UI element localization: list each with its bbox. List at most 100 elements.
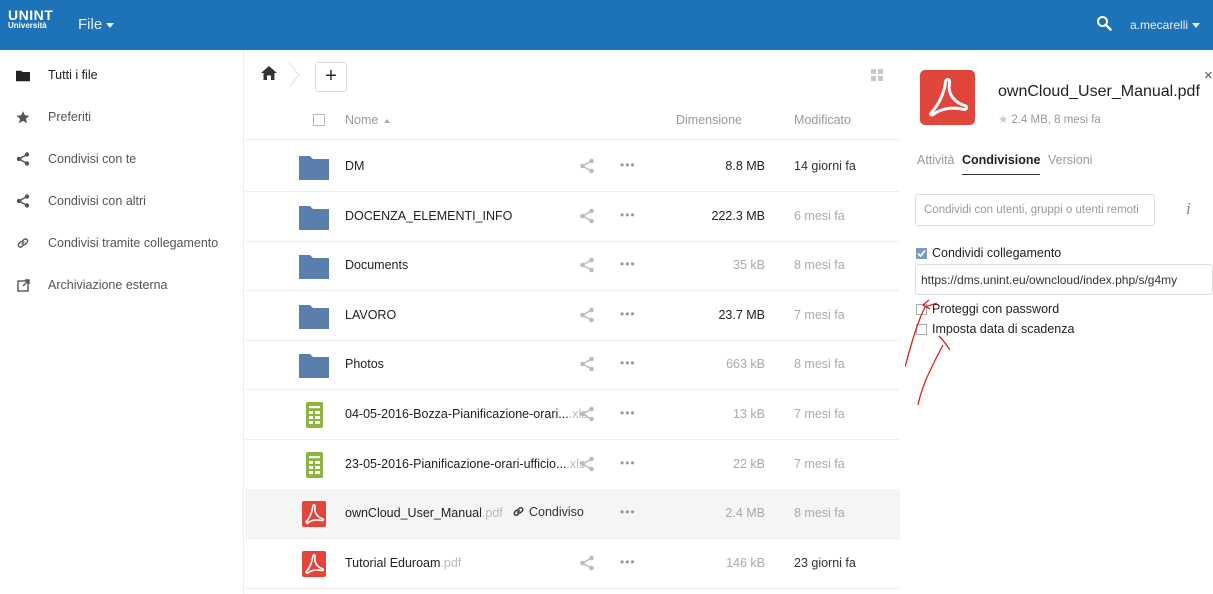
more-actions-icon[interactable]: •••	[620, 208, 636, 222]
more-actions-icon[interactable]: •••	[620, 356, 636, 370]
spreadsheet-icon[interactable]	[299, 451, 329, 478]
close-icon[interactable]: ×	[1204, 67, 1213, 84]
sidebar-item-label: Condivisi tramite collegamento	[48, 236, 219, 250]
file-row[interactable]: DOCENZA_ELEMENTI_INFO ••• 222.3 MB 6 mesi f…	[245, 192, 900, 242]
logo[interactable]: UNINT Università	[8, 8, 53, 30]
file-basename: Tutorial Eduroam	[345, 555, 441, 570]
pdf-icon[interactable]	[299, 550, 329, 577]
tab-versions[interactable]: Versioni	[1048, 153, 1092, 174]
file-size: 663 kB	[726, 357, 765, 372]
share-link-field[interactable]	[915, 264, 1213, 295]
pdf-file-icon	[920, 70, 975, 125]
sidebar-item-favorites[interactable]: Preferiti	[0, 96, 244, 138]
file-size: 146 kB	[726, 555, 765, 570]
grid-view-icon[interactable]	[871, 69, 883, 81]
share-icon	[16, 194, 30, 208]
more-actions-icon[interactable]: •••	[620, 456, 636, 470]
password-protect-toggle[interactable]: Proteggi con password	[916, 302, 1059, 316]
sidebar-item-external-storage[interactable]: Archiviazione esterna	[0, 264, 244, 306]
user-menu-button[interactable]: a.mecarelli	[1130, 18, 1201, 32]
info-icon[interactable]: i	[1186, 199, 1191, 219]
search-icon[interactable]	[1096, 15, 1112, 31]
folder-icon[interactable]	[299, 204, 329, 230]
pdf-icon[interactable]	[299, 501, 329, 528]
details-file-meta: ★ 2.4 MB, 8 mesi fa	[998, 112, 1101, 126]
tab-activity[interactable]: Attività	[917, 153, 955, 174]
sidebar-item-shared-with-others[interactable]: Condivisi con altri	[0, 180, 244, 222]
sort-by-size[interactable]: Dimensione	[676, 113, 742, 127]
tab-sharing[interactable]: Condivisione	[962, 153, 1041, 175]
file-extension: .pdf	[481, 506, 503, 521]
share-with-input[interactable]	[915, 194, 1155, 226]
link-icon	[16, 236, 30, 250]
sidebar-item-label: Archiviazione esterna	[48, 278, 168, 292]
share-icon[interactable]	[579, 257, 595, 273]
new-file-button[interactable]: +	[315, 62, 347, 92]
file-row[interactable]: 23-05-2016-Pianificazione-orari-ufficio.…	[245, 440, 900, 490]
breadcrumb-separator-icon	[288, 62, 300, 88]
more-actions-icon[interactable]: •••	[620, 505, 636, 519]
file-modified: 8 mesi fa	[794, 357, 845, 372]
details-file-name: ownCloud_User_Manual.pdf	[998, 83, 1200, 100]
file-name[interactable]: ownCloud_User_Manual.pdf	[345, 506, 503, 520]
more-actions-icon[interactable]: •••	[620, 158, 636, 172]
expiry-date-toggle[interactable]: Imposta data di scadenza	[916, 322, 1074, 336]
logo-text: UNINT	[8, 7, 54, 23]
file-name[interactable]: LAVORO	[345, 308, 396, 322]
share-icon[interactable]	[579, 208, 595, 224]
folder-icon[interactable]	[299, 154, 329, 180]
file-row[interactable]: LAVORO ••• 23.7 MB 7 mesi fa	[245, 291, 900, 341]
file-name[interactable]: 23-05-2016-Pianificazione-orari-ufficio.…	[345, 457, 585, 471]
file-row[interactable]: 04-05-2016-Bozza-Pianificazione-orari...…	[245, 390, 900, 440]
share-icon[interactable]	[579, 406, 595, 422]
folder-icon[interactable]	[299, 303, 329, 329]
file-row[interactable]: Photos ••• 663 kB 8 mesi fa	[245, 340, 900, 391]
file-name[interactable]: 04-05-2016-Bozza-Pianificazione-orari...…	[345, 407, 587, 421]
shared-status-button[interactable]: Condiviso	[512, 505, 584, 519]
file-row[interactable]: Tutorial Eduroam.pdf ••• 146 kB 23 giorni f…	[245, 539, 900, 589]
more-actions-icon[interactable]: •••	[620, 406, 636, 420]
star-icon[interactable]: ★	[998, 114, 1008, 126]
expiry-checkbox[interactable]	[916, 323, 927, 335]
share-icon[interactable]	[579, 456, 595, 472]
shared-label: Condiviso	[529, 505, 584, 520]
select-all-checkbox[interactable]	[313, 114, 325, 126]
file-basename: 23-05-2016-Pianificazione-orari-ufficio.…	[345, 456, 567, 471]
share-icon[interactable]	[579, 158, 595, 174]
home-icon[interactable]	[261, 66, 277, 80]
sidebar-item-shared-by-link[interactable]: Condivisi tramite collegamento	[0, 222, 244, 264]
password-label: Proteggi con password	[932, 302, 1060, 316]
spreadsheet-icon[interactable]	[299, 402, 329, 428]
password-checkbox[interactable]	[916, 303, 927, 315]
share-icon[interactable]	[579, 356, 595, 372]
share-icon[interactable]	[579, 307, 595, 323]
file-size: 22 kB	[733, 456, 765, 471]
file-name[interactable]: Photos	[345, 357, 384, 371]
sidebar-item-all-files[interactable]: Tutti i file	[0, 54, 244, 96]
file-row[interactable]: DM ••• 8.8 MB 14 giorni fa	[245, 142, 900, 192]
file-row[interactable]: ownCloud_User_Manual.pdf Condiviso ••• 2.4 …	[245, 489, 900, 540]
share-link-checkbox[interactable]	[916, 247, 927, 259]
more-actions-icon[interactable]: •••	[620, 257, 636, 271]
file-modified: 23 giorni fa	[794, 555, 856, 570]
file-name[interactable]: DOCENZA_ELEMENTI_INFO	[345, 209, 512, 223]
share-icon[interactable]	[579, 555, 595, 571]
file-basename: 04-05-2016-Bozza-Pianificazione-orari...	[345, 407, 569, 421]
folder-icon[interactable]	[299, 352, 329, 379]
share-link-toggle[interactable]: Condividi collegamento	[916, 246, 1061, 260]
sidebar-item-shared-with-you[interactable]: Condivisi con te	[0, 138, 244, 180]
more-actions-icon[interactable]: •••	[620, 307, 636, 321]
file-basename: LAVORO	[345, 307, 397, 322]
file-name[interactable]: Tutorial Eduroam.pdf	[345, 556, 461, 570]
sort-by-modified[interactable]: Modificato	[794, 113, 851, 127]
sort-by-name[interactable]: Nome	[345, 113, 391, 127]
file-name[interactable]: DM	[345, 159, 364, 173]
file-name[interactable]: Documents	[345, 258, 408, 272]
folder-icon[interactable]	[299, 253, 329, 280]
file-modified: 8 mesi fa	[794, 258, 845, 273]
app-menu-button[interactable]: File	[78, 16, 115, 33]
details-tabs: Attività Condivisione Versioni	[917, 153, 1096, 175]
top-bar: UNINT Università File a.mecarelli	[0, 0, 1213, 50]
more-actions-icon[interactable]: •••	[620, 555, 636, 569]
file-row[interactable]: Documents ••• 35 kB 8 mesi fa	[245, 241, 900, 292]
